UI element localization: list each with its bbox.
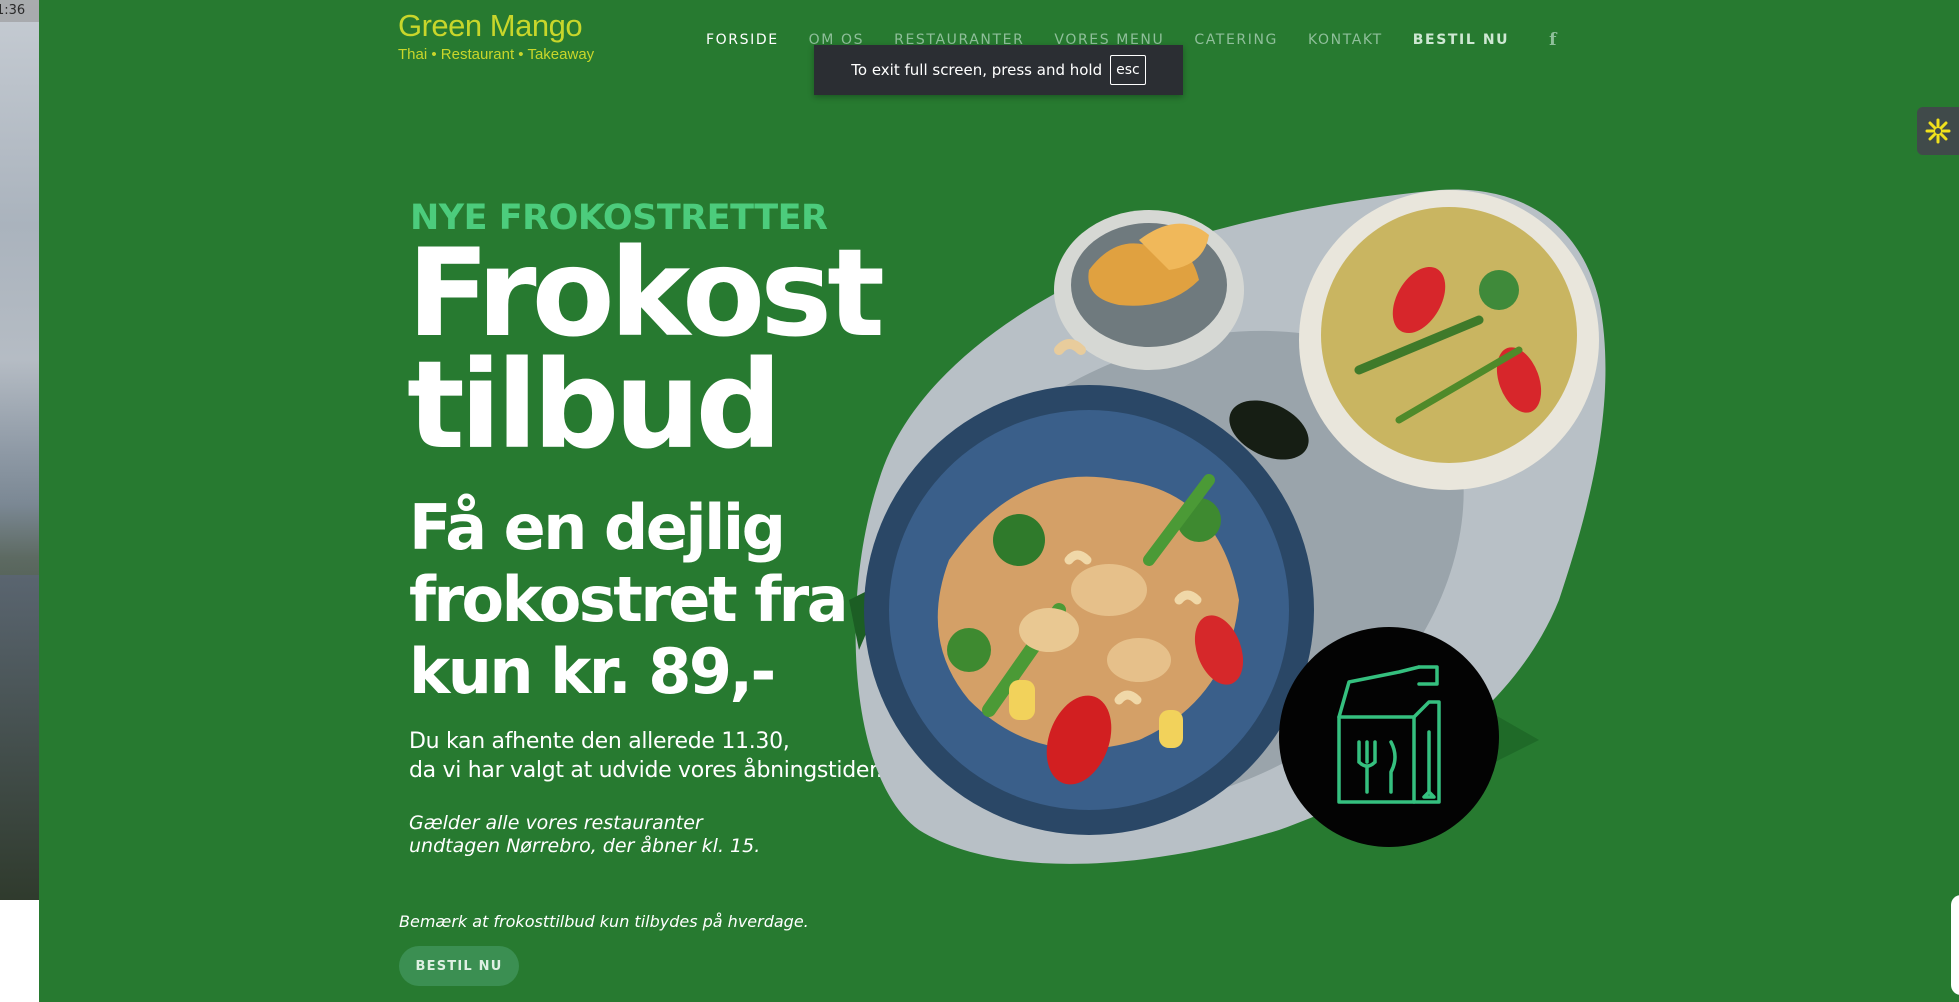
weekday-note: Bemærk at frokosttilbud kun tilbydes på … <box>399 912 809 931</box>
facebook-icon[interactable]: f <box>1549 30 1556 50</box>
logo-name: Green Mango <box>398 8 583 43</box>
menu-bar-clock: 1:36 <box>0 0 39 22</box>
validity-line-2: undtagen Nørrebro, der åbner kl. 15. <box>409 835 761 857</box>
offer-line-2: frokostret fra <box>409 563 849 636</box>
pickup-line-2: da vi har valgt at udvide vores åbningst… <box>409 758 883 783</box>
nav-forside[interactable]: FORSIDE <box>706 32 779 48</box>
validity-info: Gælder alle vores restauranter undtagen … <box>409 812 760 858</box>
browser-page: Green Mango Thai • Restaurant • Takeaway… <box>39 0 1959 1002</box>
food-photo <box>849 189 1606 864</box>
offer-line-3: kun kr. 89,- <box>409 635 776 708</box>
offer-line-1: Få en dejlig <box>409 491 786 564</box>
hero-offer: Få en dejlig frokostret fra kun kr. 89,- <box>409 491 849 708</box>
city-skyline <box>0 575 39 900</box>
headline-line-1: Frokost <box>407 223 885 364</box>
fullscreen-exit-notice: To exit full screen, press and hold esc <box>814 45 1183 95</box>
esc-key-label: esc <box>1110 55 1146 85</box>
validity-line-1: Gælder alle vores restauranter <box>409 812 703 834</box>
nav-catering[interactable]: CATERING <box>1194 32 1278 48</box>
hero-headline: Frokost tilbud <box>407 223 885 476</box>
logo-tagline: Thai • Restaurant • Takeaway <box>398 46 595 63</box>
headline-line-2: tilbud <box>407 335 782 476</box>
sunburst-icon[interactable] <box>1917 107 1959 155</box>
pickup-line-1: Du kan afhente den allerede 11.30, <box>409 729 790 754</box>
site-logo[interactable]: Green Mango Thai • Restaurant • Takeaway <box>398 8 594 63</box>
fullscreen-notice-text: To exit full screen, press and hold <box>851 61 1103 79</box>
scroll-widget[interactable] <box>1951 895 1959 995</box>
pickup-info: Du kan afhente den allerede 11.30, da vi… <box>409 727 883 785</box>
desktop-background: 1:36 <box>0 0 39 900</box>
nav-bestil-nu[interactable]: BESTIL NU <box>1413 32 1509 48</box>
order-now-button[interactable]: BESTIL NU <box>399 946 519 986</box>
nav-kontakt[interactable]: KONTAKT <box>1308 32 1383 48</box>
takeaway-bag-icon <box>1279 627 1499 847</box>
